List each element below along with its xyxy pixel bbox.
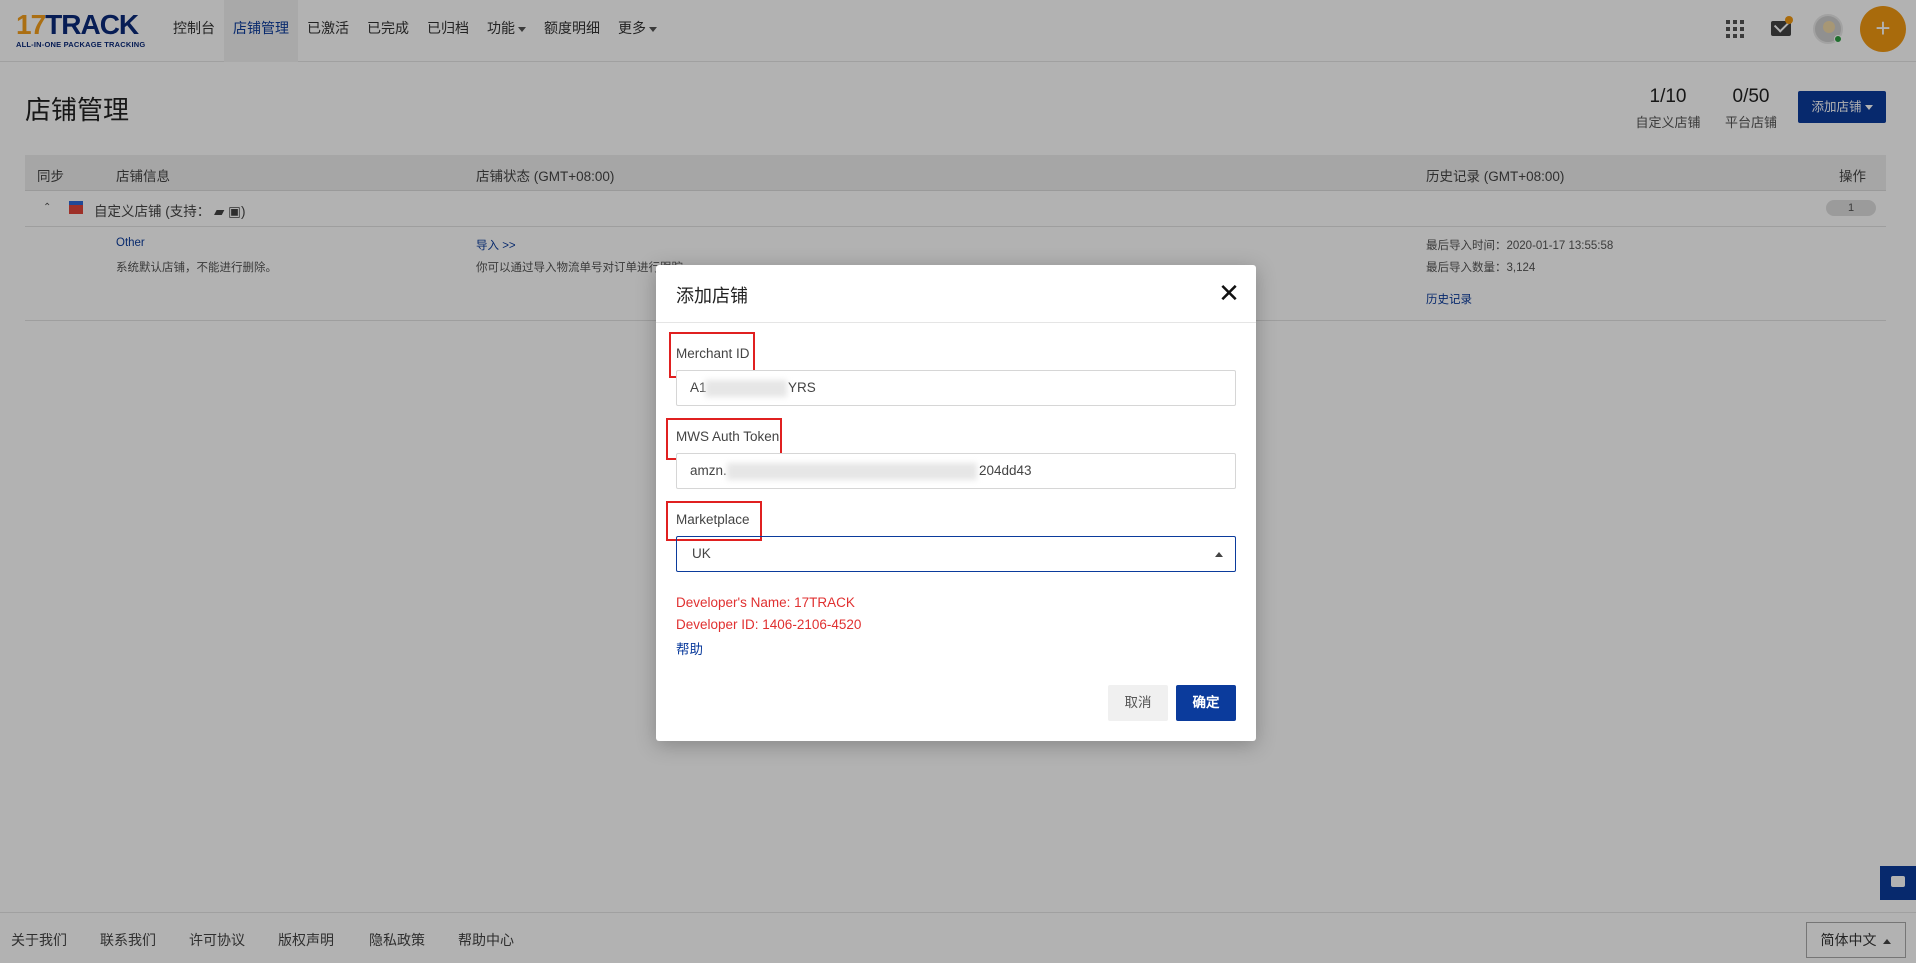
dialog-header: 添加店铺 ✕: [656, 265, 1256, 323]
marketplace-select[interactable]: UK: [676, 536, 1236, 572]
close-icon[interactable]: ✕: [1216, 280, 1242, 306]
merchant-id-suffix: YRS: [788, 380, 816, 395]
marketplace-label: Marketplace: [676, 512, 750, 527]
merchant-id-field[interactable]: A1 YRS: [676, 370, 1236, 406]
help-link[interactable]: 帮助: [676, 638, 703, 658]
marketplace-value: UK: [692, 546, 711, 561]
confirm-button[interactable]: 确定: [1176, 685, 1236, 721]
merchant-id-label: Merchant ID: [676, 346, 750, 361]
developer-name: Developer's Name: 17TRACK: [676, 595, 855, 610]
add-store-dialog: 添加店铺 ✕ Merchant ID A1 YRS MWS Auth Token…: [656, 265, 1256, 741]
redacted-region: [705, 380, 787, 397]
redacted-region: [727, 463, 977, 480]
chevron-up-icon: [1215, 552, 1223, 557]
dialog-title: 添加店铺: [676, 286, 748, 306]
auth-token-prefix: amzn.: [690, 463, 727, 478]
auth-token-suffix: 204dd43: [979, 463, 1032, 478]
developer-id: Developer ID: 1406-2106-4520: [676, 617, 862, 632]
auth-token-field[interactable]: amzn. 204dd43: [676, 453, 1236, 489]
auth-token-label: MWS Auth Token: [676, 429, 780, 444]
cancel-button[interactable]: 取消: [1108, 685, 1168, 721]
